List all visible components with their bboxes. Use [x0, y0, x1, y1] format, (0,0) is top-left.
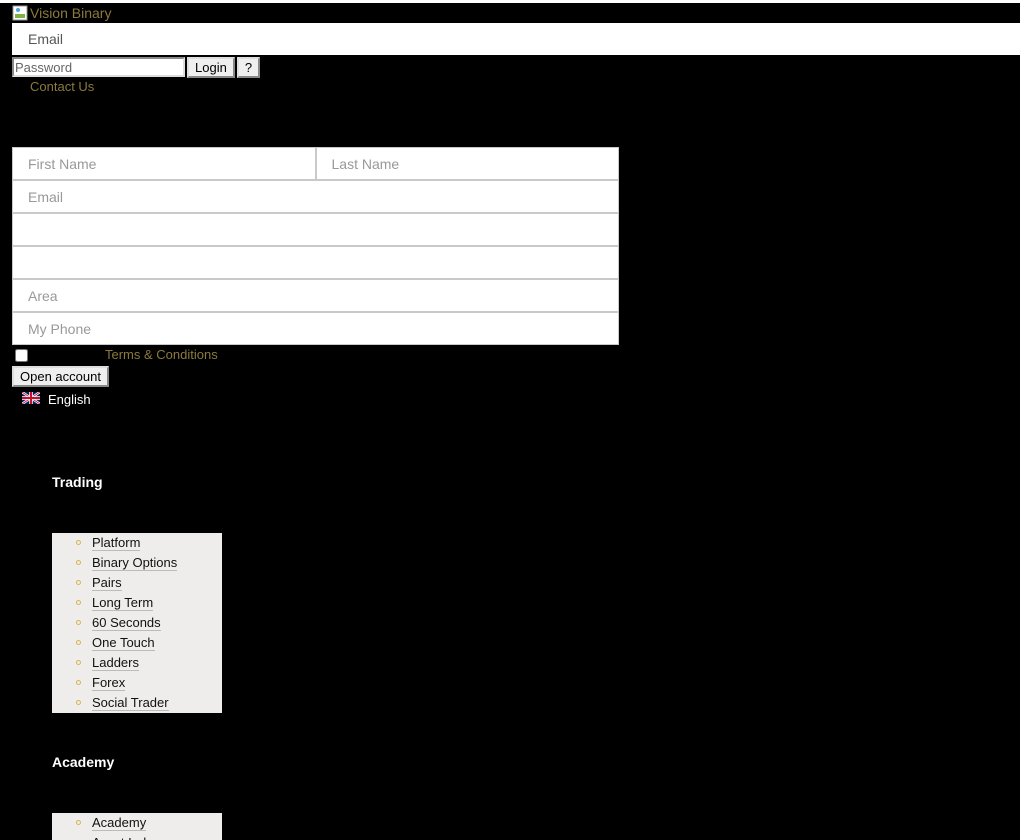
trading-item: Platform: [52, 533, 222, 553]
top-strip: [0, 0, 1020, 3]
page: Vision Binary Login ? Contact Us Terms &…: [0, 0, 1020, 840]
circle-bullet-icon: [76, 540, 81, 545]
help-button[interactable]: ?: [236, 56, 261, 78]
trading-link[interactable]: Pairs: [92, 575, 122, 591]
trading-link[interactable]: Social Trader: [92, 695, 169, 711]
last-name-input[interactable]: [315, 147, 619, 180]
contact-us-link[interactable]: Contact Us: [30, 79, 94, 94]
academy-item: Academy: [52, 813, 222, 833]
language-selector[interactable]: English: [21, 391, 91, 407]
academy-item: Asset Index: [52, 833, 222, 840]
circle-bullet-icon: [76, 680, 81, 685]
circle-bullet-icon: [76, 620, 81, 625]
terms-link[interactable]: Terms & Conditions: [105, 347, 218, 362]
trading-item: Ladders: [52, 653, 222, 673]
language-label: English: [48, 392, 91, 407]
trading-item: Long Term: [52, 593, 222, 613]
phone-input[interactable]: [12, 312, 619, 345]
trading-link[interactable]: Platform: [92, 535, 141, 551]
logo-alt-text: Vision Binary: [30, 5, 112, 21]
first-name-input[interactable]: [12, 147, 316, 180]
trading-item: Binary Options: [52, 553, 222, 573]
login-password-input[interactable]: [12, 57, 185, 77]
uk-flag-icon: [21, 391, 41, 407]
name-row: [12, 147, 619, 180]
trading-item: 60 Seconds: [52, 613, 222, 633]
circle-bullet-icon: [76, 600, 81, 605]
trading-link[interactable]: Binary Options: [92, 555, 178, 571]
terms-row: Terms & Conditions: [12, 347, 218, 362]
circle-bullet-icon: [76, 560, 81, 565]
registration-form: [12, 147, 619, 345]
circle-bullet-icon: [76, 820, 81, 825]
login-row: Login ?: [12, 56, 261, 78]
academy-link[interactable]: Academy: [92, 815, 147, 831]
trading-link[interactable]: One Touch: [92, 635, 155, 651]
logo[interactable]: Vision Binary: [12, 4, 111, 22]
trading-item: Pairs: [52, 573, 222, 593]
open-account-button[interactable]: Open account: [12, 366, 109, 387]
trading-link[interactable]: Long Term: [92, 595, 154, 611]
trading-item: Social Trader: [52, 693, 222, 713]
circle-bullet-icon: [76, 660, 81, 665]
register-field-4[interactable]: [12, 213, 619, 246]
register-field-5[interactable]: [12, 246, 619, 279]
trading-menu: Platform Binary Options Pairs Long Term 60 S…: [52, 533, 222, 713]
terms-checkbox[interactable]: [15, 349, 28, 362]
circle-bullet-icon: [76, 580, 81, 585]
circle-bullet-icon: [76, 640, 81, 645]
trading-heading: Trading: [52, 474, 103, 490]
academy-link[interactable]: Asset Index: [92, 835, 160, 840]
login-email-input[interactable]: [12, 23, 1020, 55]
trading-link[interactable]: Forex: [92, 675, 126, 691]
trading-item: Forex: [52, 673, 222, 693]
broken-image-icon: [12, 5, 28, 21]
trading-item: One Touch: [52, 633, 222, 653]
register-email-input[interactable]: [12, 180, 619, 213]
trading-link[interactable]: 60 Seconds: [92, 615, 161, 631]
circle-bullet-icon: [76, 700, 81, 705]
login-button[interactable]: Login: [187, 56, 235, 78]
area-input[interactable]: [12, 279, 619, 312]
academy-heading: Academy: [52, 754, 115, 770]
trading-link[interactable]: Ladders: [92, 655, 139, 671]
academy-menu: Academy Asset Index: [52, 813, 222, 840]
